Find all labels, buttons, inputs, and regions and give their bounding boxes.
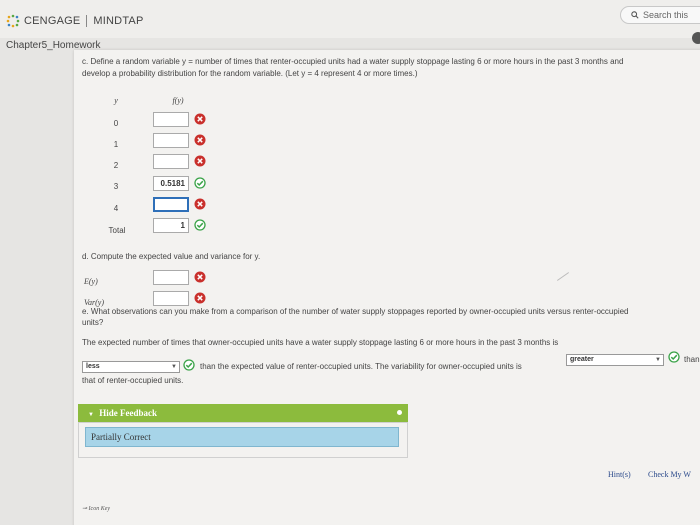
expand-icon [397,410,402,415]
brand-divider [86,15,88,27]
check-my-work-button[interactable]: Check My W [648,470,691,479]
incorrect-icon [194,198,206,210]
caret-down-icon: ▼ [88,412,94,418]
incorrect-icon [194,155,206,167]
top-bar: CENGAGE MINDTAP Search this [0,0,700,38]
fy4-input[interactable] [153,197,189,212]
part-e-line1: e. What observations can you make from a… [82,307,629,316]
select-1-value: less [86,363,100,370]
correct-icon [194,219,206,231]
comparison-select-2[interactable]: greater ▼ [566,354,664,366]
part-e-statement: The expected number of times that owner-… [82,338,559,347]
chevron-down-icon: ▼ [655,357,661,363]
incorrect-icon [194,113,206,125]
incorrect-icon [194,292,206,304]
part-e-line2: units? [82,318,104,327]
key-icon: ⊸ [82,506,88,512]
feedback-result: Partially Correct [85,427,399,447]
part-d-prompt: d. Compute the expected value and varian… [82,252,261,261]
product-name: MINDTAP [93,15,144,27]
part-c-line2: develop a probability distribution for t… [82,69,418,78]
part-e-tail-text: than [684,355,700,364]
part-e-end-text: that of renter-occupied units. [82,376,184,385]
hide-feedback-button[interactable]: ▼ Hide Feedback [78,404,408,422]
part-c-line1: c. Define a random variable y = number o… [82,57,624,66]
row-label-y1: 1 [113,140,119,149]
fy1-input[interactable] [153,133,189,148]
incorrect-icon [194,271,206,283]
incorrect-icon [194,134,206,146]
cengage-logo-icon [6,14,20,28]
icon-key-label: Icon Key [88,506,111,512]
column-header-fy: f(y) [172,96,184,105]
search-placeholder: Search this [643,10,689,20]
ey-label: E(y) [84,277,98,286]
ey-input[interactable] [153,270,189,285]
sidebar-toggle[interactable] [692,32,700,44]
correct-icon [183,359,195,371]
select-2-value: greater [570,356,594,363]
part-e-mid-text: than the expected value of renter-occupi… [200,362,522,371]
row-label-y0: 0 [113,119,119,128]
fy0-input[interactable] [153,112,189,127]
row-label-y4: 4 [113,204,119,213]
fy-total-input[interactable]: 1 [153,218,189,233]
vary-input[interactable] [153,291,189,306]
chevron-down-icon: ▼ [171,364,177,370]
feedback-header-label: Hide Feedback [99,408,157,418]
fy3-input[interactable]: 0.5181 [153,176,189,191]
column-header-y: y [114,96,118,105]
search-icon [631,11,639,19]
row-label-y2: 2 [113,161,119,170]
icon-key-link[interactable]: ⊸ Icon Key [82,505,110,512]
correct-icon [194,177,206,189]
comparison-select-1[interactable]: less ▼ [82,361,180,373]
brand-name: CENGAGE [24,15,81,27]
brand[interactable]: CENGAGE MINDTAP [6,14,144,28]
row-label-total: Total [108,226,126,235]
fy2-input[interactable] [153,154,189,169]
hints-link[interactable]: Hint(s) [608,470,631,479]
row-label-y3: 3 [113,182,119,191]
correct-icon [668,351,680,363]
search-input[interactable]: Search this [620,6,700,24]
